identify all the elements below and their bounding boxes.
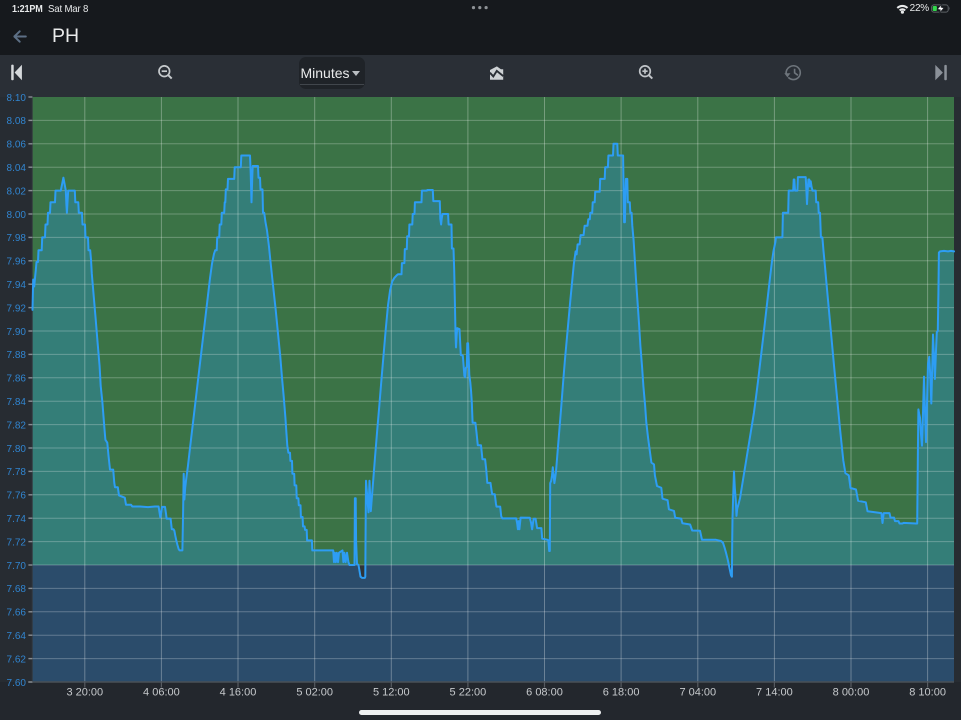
svg-text:7.72: 7.72	[7, 537, 27, 548]
svg-text:7.70: 7.70	[7, 561, 27, 572]
svg-text:7.92: 7.92	[7, 303, 27, 314]
svg-text:5 12:00: 5 12:00	[373, 687, 410, 699]
svg-text:7.80: 7.80	[7, 444, 27, 455]
svg-text:3 20:00: 3 20:00	[66, 687, 103, 699]
svg-text:7.84: 7.84	[7, 397, 27, 408]
svg-text:8.06: 8.06	[7, 140, 27, 151]
svg-text:7.60: 7.60	[7, 678, 27, 689]
svg-text:8.02: 8.02	[7, 186, 27, 197]
svg-text:7.74: 7.74	[7, 514, 27, 525]
svg-text:6 18:00: 6 18:00	[603, 687, 640, 699]
svg-text:8 00:00: 8 00:00	[833, 687, 870, 699]
svg-text:7 04:00: 7 04:00	[679, 687, 716, 699]
svg-text:4 06:00: 4 06:00	[143, 687, 180, 699]
svg-text:7 14:00: 7 14:00	[756, 687, 793, 699]
svg-text:7.62: 7.62	[7, 654, 27, 665]
svg-text:5 22:00: 5 22:00	[450, 687, 487, 699]
svg-text:8.08: 8.08	[7, 116, 27, 127]
svg-text:5 02:00: 5 02:00	[296, 687, 333, 699]
svg-text:7.94: 7.94	[7, 280, 27, 291]
svg-text:7.98: 7.98	[7, 233, 27, 244]
svg-text:7.64: 7.64	[7, 631, 27, 642]
svg-text:7.66: 7.66	[7, 608, 27, 619]
svg-text:6 08:00: 6 08:00	[526, 687, 563, 699]
svg-text:7.82: 7.82	[7, 420, 27, 431]
svg-text:8.00: 8.00	[7, 210, 27, 221]
svg-text:4 16:00: 4 16:00	[220, 687, 257, 699]
svg-text:7.88: 7.88	[7, 350, 27, 361]
svg-text:8 10:00: 8 10:00	[909, 687, 946, 699]
svg-text:8.04: 8.04	[7, 163, 27, 174]
svg-text:7.90: 7.90	[7, 327, 27, 338]
svg-text:7.86: 7.86	[7, 374, 27, 385]
svg-text:7.96: 7.96	[7, 257, 27, 268]
svg-text:7.76: 7.76	[7, 491, 27, 502]
svg-text:7.68: 7.68	[7, 584, 27, 595]
svg-text:7.78: 7.78	[7, 467, 27, 478]
